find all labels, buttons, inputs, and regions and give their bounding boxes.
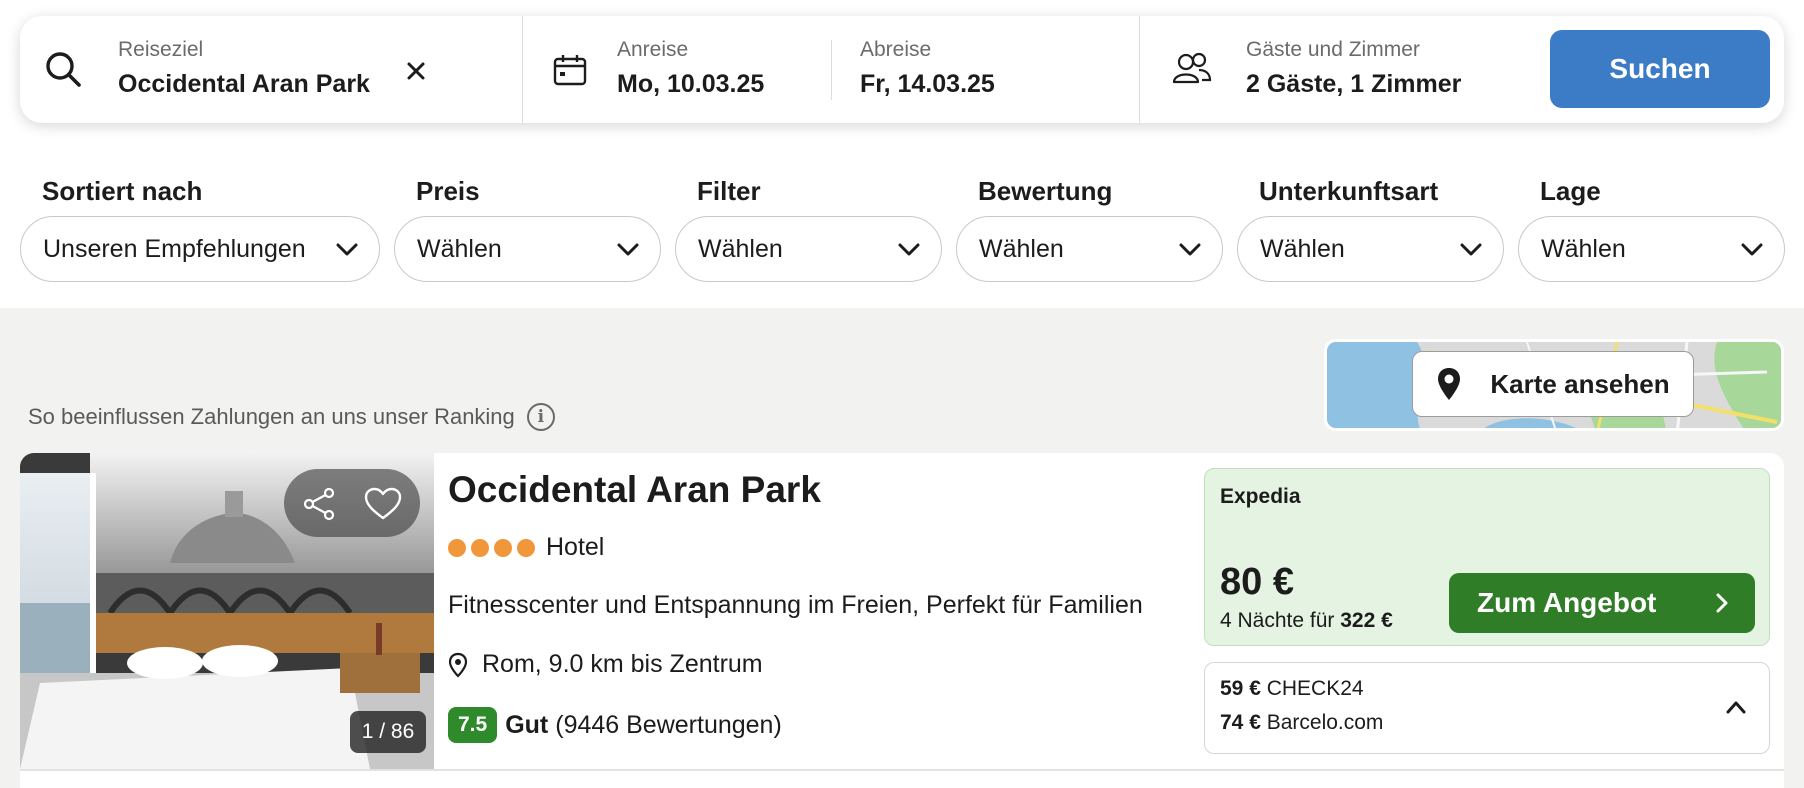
offer-provider: Barcelo.com <box>1266 711 1384 734</box>
filter-type-value: Wählen <box>1260 234 1345 263</box>
search-button[interactable]: Suchen <box>1550 30 1770 108</box>
star-rating <box>448 539 535 557</box>
offer-provider: CHECK24 <box>1266 677 1364 700</box>
checkout-label: Abreise <box>860 38 932 61</box>
top-deal[interactable]: Expedia 80 € 4 Nächte für 322 € Zum Ange… <box>1204 468 1770 646</box>
hotel-photo[interactable]: 1 / 86 <box>20 453 434 769</box>
view-deal-button[interactable]: Zum Angebot <box>1449 573 1755 633</box>
destination-label: Reiseziel <box>118 38 204 61</box>
search-icon <box>46 52 81 87</box>
checkout-field[interactable]: Abreise Fr, 14.03.25 <box>832 16 1132 123</box>
deal-price: 80 € <box>1220 561 1294 603</box>
share-icon[interactable] <box>302 487 336 521</box>
filter-price-dropdown[interactable]: Wählen <box>394 216 661 282</box>
hotel-features: Fitnesscenter und Entspannung im Freien,… <box>448 591 1143 619</box>
search-bar: Reiseziel Occidental Aran Park Anreise M… <box>20 16 1784 123</box>
calendar-icon <box>553 55 587 86</box>
offer-price: 59 € <box>1220 677 1261 700</box>
filter-location-value: Wählen <box>1541 234 1626 263</box>
other-offers[interactable]: 59 € CHECK24 74 € Barcelo.com <box>1204 662 1770 754</box>
checkin-label: Anreise <box>617 38 689 61</box>
info-icon[interactable]: i <box>526 403 555 431</box>
star-dot-icon <box>471 539 489 557</box>
ranking-note-text: So beeinflussen Zahlungen an uns unser R… <box>28 404 515 429</box>
image-counter: 1 / 86 <box>350 711 426 753</box>
deal-nights-text: 4 Nächte für <box>1220 609 1335 632</box>
chevron-down-icon <box>1179 243 1201 256</box>
other-offer-row[interactable]: 74 € Barcelo.com <box>1220 711 1383 735</box>
filter-rating-dropdown[interactable]: Wählen <box>956 216 1223 282</box>
chevron-down-icon <box>1460 243 1482 256</box>
chevron-right-icon <box>1716 593 1728 613</box>
filter-sort-value: Unseren Empfehlungen <box>43 234 306 263</box>
view-deal-label: Zum Angebot <box>1477 587 1657 618</box>
guests-icon <box>1172 52 1212 84</box>
chevron-down-icon <box>336 243 358 256</box>
location-pin-icon <box>448 652 468 678</box>
filter-price-value: Wählen <box>417 234 502 263</box>
rating-count: (9446 Bewertungen) <box>555 710 782 739</box>
checkout-value: Fr, 14.03.25 <box>860 70 995 98</box>
destination-field[interactable]: Reiseziel Occidental Aran Park <box>20 16 454 123</box>
offer-price: 74 € <box>1220 711 1261 734</box>
star-dot-icon <box>517 539 535 557</box>
rating-label: Gut <box>505 710 549 739</box>
hotel-rating[interactable]: 7.5 Gut (9446 Bewertungen) <box>448 707 782 743</box>
rating-score-badge: 7.5 <box>448 707 498 743</box>
checkin-field[interactable]: Anreise Mo, 10.03.25 <box>523 16 823 123</box>
ranking-note[interactable]: So beeinflussen Zahlungen an uns unser R… <box>28 403 555 431</box>
checkin-value: Mo, 10.03.25 <box>617 70 765 98</box>
filter-label-type: Unterkunftsart <box>1259 176 1439 206</box>
guests-label: Gäste und Zimmer <box>1246 38 1420 61</box>
filter-label-rating: Bewertung <box>978 176 1113 206</box>
heart-icon[interactable] <box>364 487 402 521</box>
photo-actions <box>284 469 420 537</box>
star-dot-icon <box>448 539 466 557</box>
destination-value: Occidental Aran Park <box>118 70 370 98</box>
filter-label-filter: Filter <box>697 176 761 206</box>
map-pin-icon <box>1438 368 1461 400</box>
guests-value: 2 Gäste, 1 Zimmer <box>1246 70 1462 98</box>
map-view-button[interactable]: Karte ansehen <box>1412 351 1694 417</box>
filter-rating-value: Wählen <box>979 234 1064 263</box>
filter-label-price: Preis <box>416 176 480 206</box>
chevron-up-icon[interactable] <box>1725 699 1747 715</box>
chevron-down-icon <box>1741 243 1763 256</box>
deal-provider: Expedia <box>1220 485 1301 508</box>
filter-filter-dropdown[interactable]: Wählen <box>675 216 942 282</box>
star-dot-icon <box>494 539 512 557</box>
hotel-name[interactable]: Occidental Aran Park <box>448 469 821 511</box>
filter-type-dropdown[interactable]: Wählen <box>1237 216 1504 282</box>
filter-location-dropdown[interactable]: Wählen <box>1518 216 1785 282</box>
chevron-down-icon <box>617 243 639 256</box>
hotel-location-text: Rom, 9.0 km bis Zentrum <box>482 650 763 678</box>
divider <box>20 769 1784 771</box>
map-view-label: Karte ansehen <box>1490 368 1670 399</box>
guests-field[interactable]: Gäste und Zimmer 2 Gäste, 1 Zimmer <box>1140 16 1540 123</box>
filter-filter-value: Wählen <box>698 234 783 263</box>
hotel-type: Hotel <box>546 533 605 561</box>
deal-total-price: 322 € <box>1340 609 1393 632</box>
filter-label-location: Lage <box>1540 176 1601 206</box>
hotel-card[interactable]: 1 / 86 Occidental Aran Park Hotel Fitnes… <box>20 453 1784 788</box>
other-offer-row[interactable]: 59 € CHECK24 <box>1220 677 1364 701</box>
chevron-down-icon <box>898 243 920 256</box>
deal-total: 4 Nächte für 322 € <box>1220 609 1393 633</box>
filter-sort-dropdown[interactable]: Unseren Empfehlungen <box>20 216 380 282</box>
filter-label-sort: Sortiert nach <box>42 176 203 206</box>
close-icon[interactable] <box>406 61 426 81</box>
hotel-location: Rom, 9.0 km bis Zentrum <box>448 650 763 679</box>
